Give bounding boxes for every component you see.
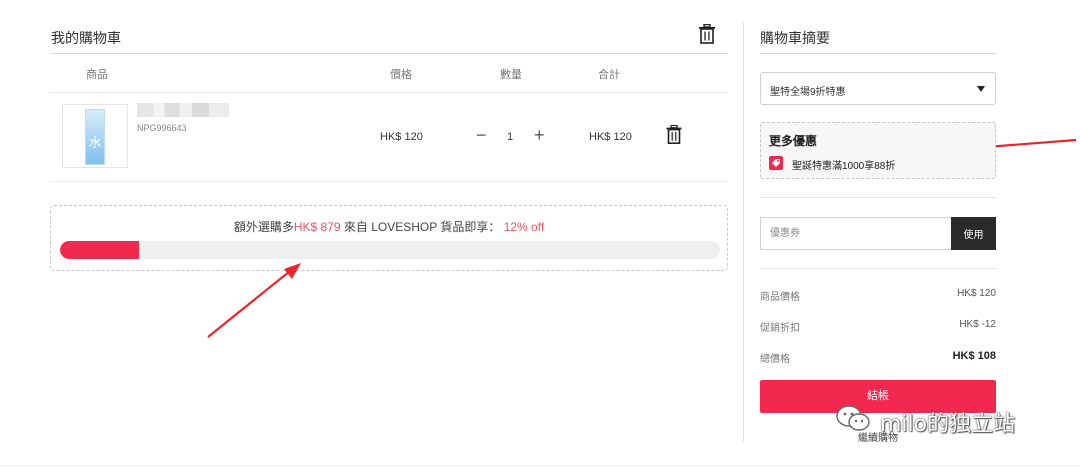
summary-divider bbox=[760, 197, 996, 198]
summary-title: 購物車摘要 bbox=[760, 30, 830, 46]
page-bottom-border bbox=[0, 465, 1080, 466]
apply-coupon-button[interactable]: 使用 bbox=[951, 217, 996, 250]
product-sku: NPG996643 bbox=[137, 123, 187, 133]
promo-progress-bar bbox=[60, 241, 720, 259]
more-offers-box: 更多優惠 聖誕特惠滿1000享88折 bbox=[760, 122, 996, 179]
promotion-select[interactable]: 聖特全場9折特惠 bbox=[760, 72, 996, 105]
promo-middle: 來自 LOVESHOP 貨品即享： bbox=[340, 220, 501, 234]
product-subtotal: HK$ 120 bbox=[589, 131, 632, 143]
panel-divider bbox=[743, 22, 744, 442]
remove-item-trash-icon[interactable] bbox=[666, 125, 682, 144]
clear-cart-trash-icon[interactable] bbox=[698, 24, 716, 44]
cart-panel: 我的購物車 商品 價格 數量 合計 水 NPG996643 HK$ 120 − … bbox=[50, 0, 728, 469]
column-header-price: 價格 bbox=[390, 69, 412, 81]
more-offers-item[interactable]: 聖誕特惠滿1000享88折 bbox=[792, 157, 895, 172]
column-header-subtotal: 合計 bbox=[598, 69, 620, 81]
product-name-blurred[interactable] bbox=[137, 103, 229, 117]
subtotal-label: 商品價格 bbox=[760, 292, 800, 303]
wechat-icon bbox=[836, 405, 870, 431]
promotion-select-value: 聖特全場9折特惠 bbox=[770, 87, 846, 98]
column-header-product: 商品 bbox=[86, 69, 108, 81]
product-image-label: 水 bbox=[88, 135, 102, 150]
promo-progress-fill bbox=[60, 241, 140, 259]
item-divider bbox=[50, 181, 728, 182]
watermark-text: milo的独立站 bbox=[880, 412, 1016, 437]
price-tag-icon bbox=[769, 156, 783, 170]
quantity-increase-button[interactable]: + bbox=[534, 124, 545, 146]
discount-label: 促銷折扣 bbox=[760, 323, 800, 334]
total-label: 總價格 bbox=[760, 354, 790, 365]
total-value: HK$ 108 bbox=[952, 350, 996, 362]
promo-amount: HK$ 879 bbox=[293, 220, 341, 234]
quantity-decrease-button[interactable]: − bbox=[476, 124, 487, 146]
annotation-arrow-progress-icon bbox=[207, 263, 301, 338]
promo-prefix: 額外選購多 bbox=[233, 220, 294, 234]
promo-message: 額外選購多HK$ 879 來自 LOVESHOP 貨品即享： 12% off bbox=[51, 218, 727, 235]
promo-discount: 12% off bbox=[503, 220, 545, 234]
more-offers-title: 更多優惠 bbox=[769, 134, 818, 148]
summary-divider bbox=[760, 268, 996, 269]
product-thumbnail[interactable]: 水 bbox=[62, 104, 128, 168]
cart-header: 我的購物車 bbox=[50, 22, 728, 54]
column-header-quantity: 數量 bbox=[500, 69, 522, 81]
caret-down-icon bbox=[977, 86, 985, 92]
cart-title: 我的購物車 bbox=[51, 30, 121, 46]
discount-value: HK$ -12 bbox=[959, 319, 996, 330]
quantity-value[interactable]: 1 bbox=[507, 131, 513, 143]
product-price: HK$ 120 bbox=[380, 131, 423, 143]
product-bottle-image: 水 bbox=[85, 109, 105, 165]
subtotal-value: HK$ 120 bbox=[957, 288, 996, 299]
promo-progress-box: 額外選購多HK$ 879 來自 LOVESHOP 貨品即享： 12% off bbox=[50, 205, 728, 271]
coupon-input[interactable] bbox=[760, 217, 951, 250]
header-divider bbox=[50, 92, 728, 93]
summary-header: 購物車摘要 bbox=[760, 22, 996, 54]
cart-summary-panel: 購物車摘要 聖特全場9折特惠 更多優惠 聖誕特惠滿1000享88折 使用 商品價… bbox=[760, 0, 996, 469]
